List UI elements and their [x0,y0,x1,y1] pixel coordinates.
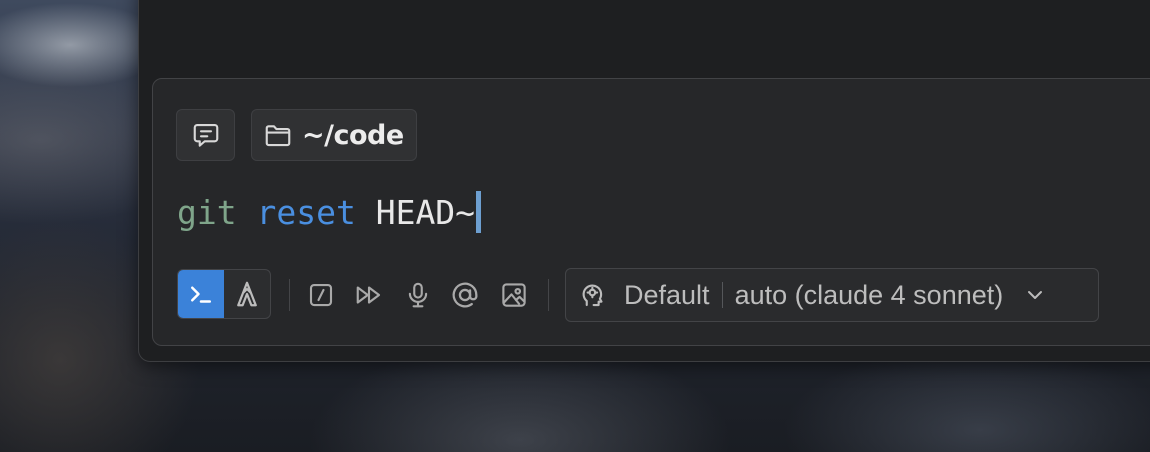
text-caret [476,191,482,233]
agent-mode-button[interactable] [224,270,270,318]
profile-name: Default [624,279,710,310]
chevron-down-icon [1023,283,1047,307]
input-mode-toggle [177,269,271,319]
image-icon [502,283,526,307]
argument-token: HEAD~ [375,192,476,232]
chat-bubble-icon [193,123,218,147]
microphone-icon [408,282,428,308]
profile-icon [582,284,603,307]
working-directory-chip[interactable]: ~/code [251,109,417,161]
folder-icon [265,125,291,147]
toolbar-divider [289,279,290,311]
terminal-mode-button[interactable] [178,270,224,318]
fast-forward-icon [356,286,381,304]
agent-icon [237,281,257,307]
desktop-background: ~/code git reset HEAD~ Default auto (cla… [0,0,1150,452]
command-input[interactable]: git reset HEAD~ [177,189,482,235]
command-token: git [177,192,237,232]
composer-toolbar: Default auto (claude 4 sonnet) [177,268,1150,322]
selector-divider [721,282,723,308]
voice-input-button[interactable] [401,278,435,312]
model-name: auto (claude 4 sonnet) [734,279,1004,310]
conversation-chip[interactable] [176,109,235,161]
input-composer: ~/code git reset HEAD~ Default auto (cla… [152,78,1150,346]
fast-forward-button[interactable] [352,278,386,312]
slash-command-button[interactable] [304,278,338,312]
slash-command-icon [309,283,333,307]
terminal-icon [191,286,211,303]
attach-image-button[interactable] [497,278,531,312]
subcommand-token: reset [256,192,356,232]
mention-button[interactable] [448,278,482,312]
model-selector[interactable]: Default auto (claude 4 sonnet) [565,268,1099,322]
at-mention-icon [452,282,478,308]
directory-label: ~/code [302,119,404,151]
toolbar-divider [548,279,549,311]
